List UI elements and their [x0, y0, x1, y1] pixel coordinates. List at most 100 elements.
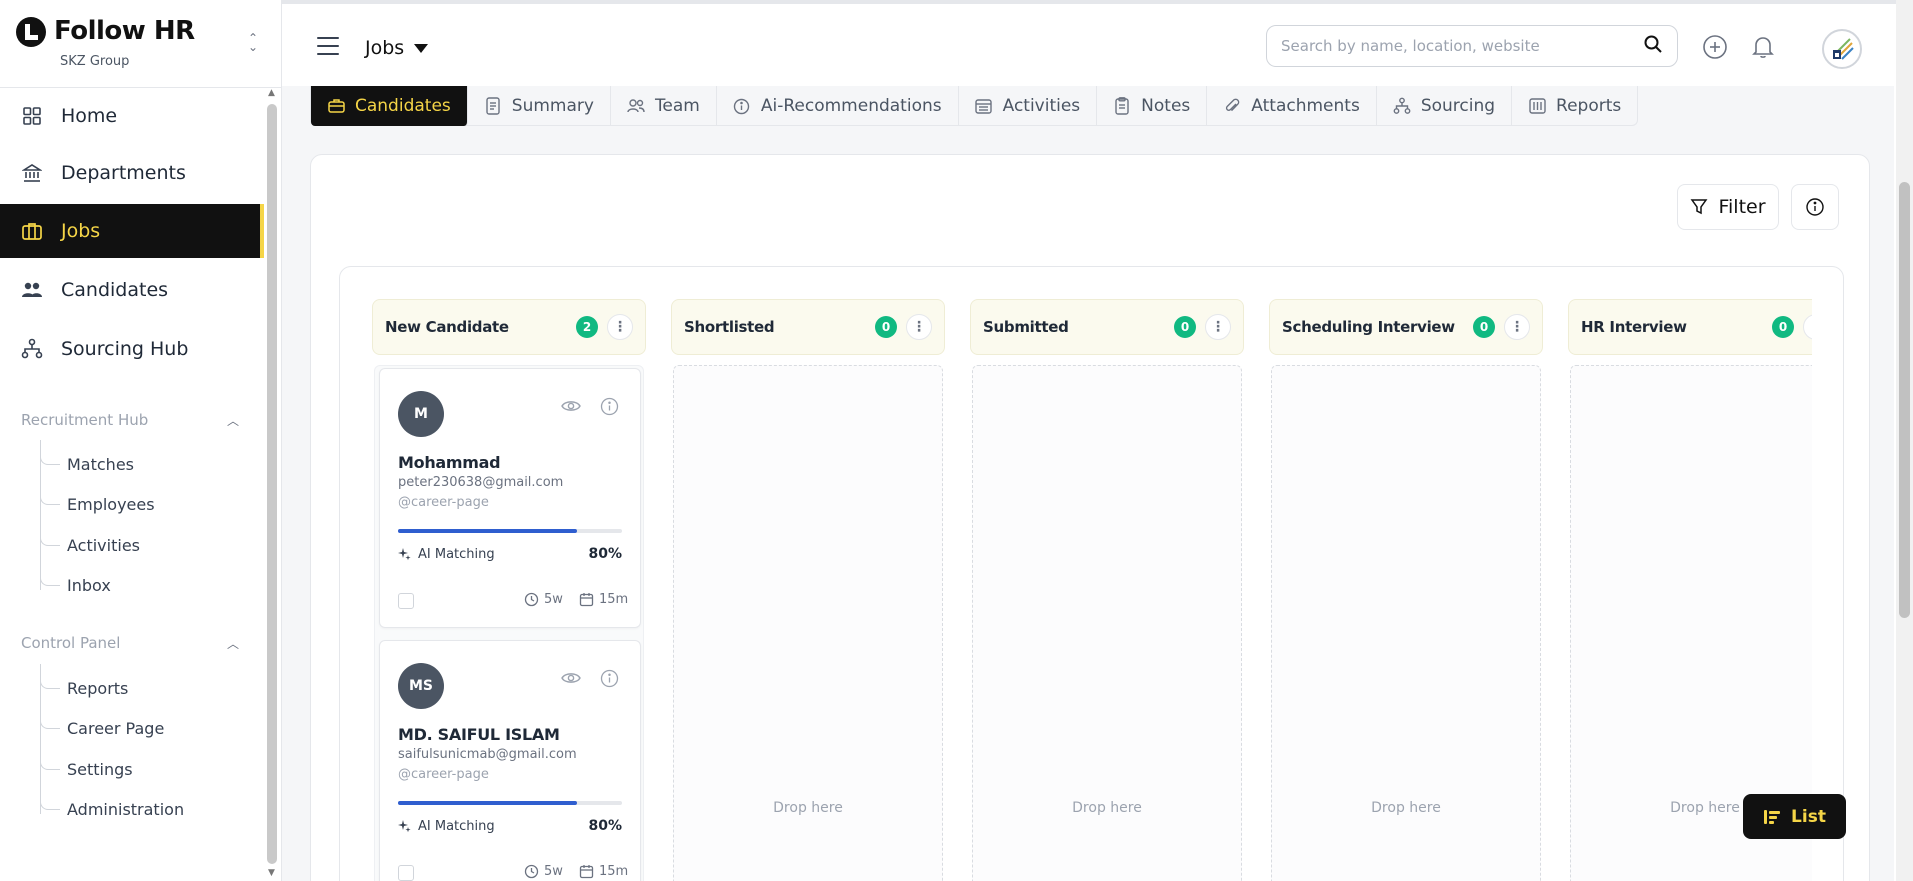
column-dropzone[interactable]: Drop here — [1271, 365, 1541, 881]
scroll-up-arrow-icon[interactable]: ▲ — [268, 88, 275, 98]
ai-match-progress — [398, 529, 622, 533]
list-icon — [1764, 809, 1781, 824]
select-checkbox[interactable] — [398, 593, 414, 609]
sidebar-item-administration[interactable]: Administration — [40, 791, 184, 827]
sidebar-item-departments[interactable]: Departments — [0, 146, 264, 200]
follow-hr-logo — [16, 17, 46, 47]
grid-icon — [20, 104, 44, 128]
tab-summary[interactable]: Summary — [468, 86, 611, 126]
column-dropzone[interactable]: Drop here — [673, 365, 943, 881]
tab-activities[interactable]: Activities — [959, 86, 1098, 126]
sidebar-subitem-label: Matches — [67, 454, 134, 474]
search-icon[interactable] — [1643, 34, 1663, 58]
main-content: Candidates Summary Team Ai-Recommendatio… — [282, 86, 1894, 881]
select-checkbox[interactable] — [398, 865, 414, 881]
candidate-name: Mohammad — [398, 453, 501, 472]
tab-label: Notes — [1141, 96, 1191, 116]
sidebar-item-home[interactable]: Home — [0, 89, 264, 143]
time-in-stage: 15m — [579, 592, 628, 607]
sparkle-icon — [398, 548, 411, 561]
ai-matching-text: AI Matching — [418, 547, 495, 562]
more-vertical-icon[interactable]: ⋮ — [607, 314, 633, 340]
tab-team[interactable]: Team — [611, 86, 717, 126]
tab-reports[interactable]: Reports — [1512, 86, 1637, 126]
sidebar-item-jobs[interactable]: Jobs — [0, 204, 264, 258]
sidebar-item-sourcing-hub[interactable]: Sourcing Hub — [0, 322, 264, 376]
page-scrollbar[interactable] — [1896, 0, 1913, 881]
recruitment-hub-section[interactable]: Recruitment Hub ︿ — [21, 411, 239, 429]
time-in-stage-value: 15m — [599, 592, 629, 607]
candidate-source: @career-page — [398, 495, 489, 510]
sidebar-item-settings[interactable]: Settings — [40, 751, 133, 787]
list-view-label: List — [1791, 806, 1826, 827]
tab-candidates[interactable]: Candidates — [311, 86, 468, 126]
list-view-button[interactable]: List — [1743, 794, 1846, 839]
ai-matching-label: AI Matching — [398, 819, 495, 834]
candidate-card[interactable]: MS MD. SAIFUL ISLAM saifulsunicmab@gmail… — [379, 640, 641, 881]
tab-notes[interactable]: Notes — [1097, 86, 1208, 126]
column-header: Shortlisted 0 ⋮ — [671, 299, 945, 355]
eye-icon[interactable] — [561, 671, 581, 689]
column-dropzone[interactable]: Drop here — [972, 365, 1242, 881]
ai-matching-text: AI Matching — [418, 819, 495, 834]
ai-match-progress — [398, 801, 622, 805]
sidebar-item-career-page[interactable]: Career Page — [40, 710, 164, 746]
info-icon[interactable] — [600, 669, 619, 692]
chevron-up-icon[interactable]: ︿ — [227, 635, 239, 652]
candidate-email: peter230638@gmail.com — [398, 475, 564, 490]
time-since-applied-value: 5w — [544, 592, 563, 607]
sidebar-item-activities[interactable]: Activities — [40, 527, 140, 563]
search-input[interactable] — [1281, 37, 1643, 55]
more-vertical-icon[interactable]: ⋮ — [1803, 314, 1812, 340]
sidebar-item-candidates[interactable]: Candidates — [0, 263, 264, 317]
top-bar: Jobs — [282, 0, 1913, 86]
ai-matching-label: AI Matching — [398, 547, 495, 562]
section-dropdown[interactable]: Jobs — [365, 37, 429, 59]
column-dropzone[interactable]: M Mohammad peter230638@gmail.com @career… — [374, 365, 644, 881]
column-new-candidate: New Candidate 2 ⋮ M Mohammad peter230638… — [372, 299, 646, 881]
tab-sourcing[interactable]: Sourcing — [1377, 86, 1513, 126]
candidate-card[interactable]: M Mohammad peter230638@gmail.com @career… — [379, 368, 641, 628]
filter-label: Filter — [1718, 196, 1766, 218]
info-icon[interactable] — [600, 397, 619, 420]
sidebar-item-inbox[interactable]: Inbox — [40, 567, 111, 603]
sidebar-subitem-label: Inbox — [67, 575, 111, 595]
ai-match-percent: 80% — [588, 818, 622, 834]
control-panel-section[interactable]: Control Panel ︿ — [21, 634, 239, 652]
chevron-up-icon[interactable]: ︿ — [227, 412, 239, 429]
sidebar-item-reports[interactable]: Reports — [40, 670, 128, 706]
search-box[interactable] — [1266, 25, 1678, 67]
tab-label: Ai-Recommendations — [760, 96, 942, 116]
user-avatar[interactable] — [1822, 29, 1862, 69]
sidebar-subitem-label: Settings — [67, 759, 133, 779]
info-icon — [1806, 198, 1824, 216]
sidebar-subitem-label: Activities — [67, 535, 140, 555]
candidate-avatar: MS — [398, 663, 444, 709]
page-scrollbar-thumb[interactable] — [1899, 182, 1910, 618]
org-switcher-chevron-icon[interactable]: ⌃ ⌄ — [246, 32, 260, 54]
menu-toggle-icon[interactable] — [317, 37, 339, 55]
sidebar-item-matches[interactable]: Matches — [40, 446, 134, 482]
tab-ai-recommendations[interactable]: Ai-Recommendations — [717, 86, 959, 126]
tree-branch — [40, 671, 60, 689]
sidebar-subitem-label: Administration — [67, 799, 185, 819]
add-circle-icon[interactable] — [1701, 33, 1729, 61]
sidebar-item-employees[interactable]: Employees — [40, 486, 155, 522]
kanban-columns: New Candidate 2 ⋮ M Mohammad peter230638… — [372, 299, 1812, 881]
candidate-source: @career-page — [398, 767, 489, 782]
time-in-stage: 15m — [579, 864, 628, 879]
bell-icon[interactable] — [1749, 33, 1777, 61]
filter-button[interactable]: Filter — [1677, 184, 1779, 230]
more-vertical-icon[interactable]: ⋮ — [906, 314, 932, 340]
eye-icon[interactable] — [561, 399, 581, 417]
more-vertical-icon[interactable]: ⋮ — [1504, 314, 1530, 340]
section-title: Control Panel — [21, 634, 121, 652]
scroll-down-arrow-icon[interactable]: ▼ — [268, 868, 275, 878]
sidebar-subitem-label: Career Page — [67, 718, 165, 738]
tab-label: Candidates — [355, 96, 451, 116]
sidebar-scrollbar[interactable] — [267, 104, 277, 864]
more-vertical-icon[interactable]: ⋮ — [1205, 314, 1231, 340]
tab-attachments[interactable]: Attachments — [1207, 86, 1377, 126]
info-button[interactable] — [1791, 184, 1839, 230]
organization-name: SKZ Group — [60, 54, 130, 69]
